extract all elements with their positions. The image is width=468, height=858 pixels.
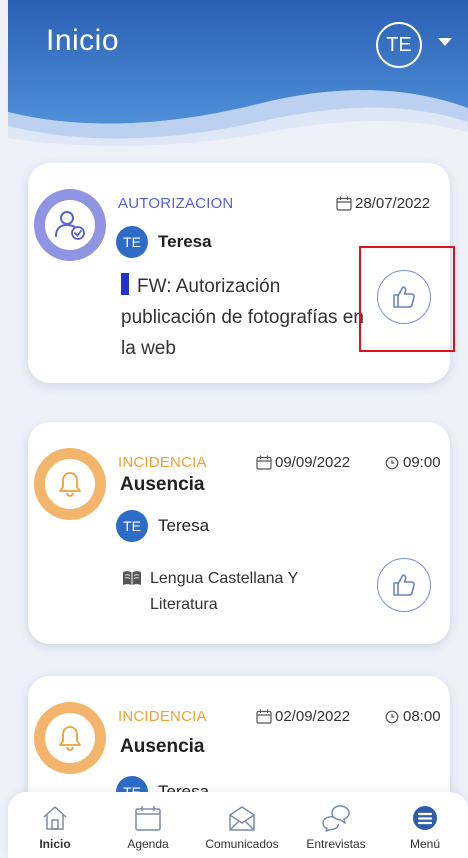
bell-icon (59, 472, 81, 497)
time-text: 08:00 (403, 708, 441, 725)
date: 02/09/2022 (256, 708, 350, 725)
date-text: 09/09/2022 (275, 454, 351, 471)
thumbs-up-icon (393, 574, 415, 596)
date-text: 02/09/2022 (275, 708, 351, 725)
calendar-small-icon (336, 196, 352, 211)
like-button[interactable] (377, 558, 431, 612)
nav-item-entrevistas[interactable]: Entrevistas (291, 804, 381, 851)
nav-label: Inicio (39, 837, 71, 851)
category-label: AUTORIZACION (118, 195, 234, 212)
bottom-nav: Inicio Agenda Comunicados Entrevistas Me… (8, 792, 468, 858)
highlight-box (359, 246, 455, 352)
avatar: TE (116, 226, 148, 258)
course-name: Lengua Castellana Y Literatura (150, 570, 298, 613)
nav-item-agenda[interactable]: Agenda (103, 804, 193, 851)
sender: TE Teresa (116, 226, 212, 258)
nav-item-comunicados[interactable]: Comunicados (197, 804, 287, 851)
time: 08:00 (385, 708, 441, 725)
clock-icon (385, 710, 399, 723)
date: 09/09/2022 (256, 454, 350, 471)
avatar: TE (116, 510, 148, 542)
calendar-icon (135, 806, 161, 831)
nav-label: Comunicados (205, 837, 279, 851)
user-avatar-button[interactable]: TE (376, 22, 422, 68)
nav-label: Agenda (127, 837, 169, 851)
date-text: 28/07/2022 (355, 195, 431, 212)
sender: TE Teresa (116, 510, 209, 542)
message-title: Ausencia (120, 736, 205, 757)
book-icon (123, 571, 141, 585)
category-label: INCIDENCIA (118, 708, 207, 725)
menu-icon (413, 806, 437, 830)
calendar-small-icon (256, 709, 272, 724)
sender-name: Teresa (158, 232, 212, 251)
message-subject: FW: Autorización publicación de fotograf… (121, 271, 371, 364)
date: 28/07/2022 (336, 195, 430, 212)
chat-icon (322, 805, 350, 832)
category-icon-ring (34, 448, 106, 520)
calendar-small-icon (256, 455, 272, 470)
sender-name: Teresa (158, 516, 210, 535)
category-label: INCIDENCIA (118, 454, 207, 471)
header: Inicio TE (8, 0, 468, 150)
subject-text: FW: Autorización publicación de fotograf… (121, 276, 364, 359)
bell-icon (59, 726, 81, 751)
envelope-icon (229, 806, 255, 831)
message-title: Ausencia (120, 474, 205, 495)
course: Lengua Castellana Y Literatura (122, 566, 362, 618)
category-icon-ring (34, 189, 106, 261)
message-card[interactable]: INCIDENCIA 09/09/2022 09:00 Ausencia TE … (28, 422, 450, 644)
nav-item-menu[interactable]: Menú (380, 804, 468, 851)
user-check-icon (55, 211, 85, 240)
clock-icon (385, 456, 399, 469)
category-icon-ring (34, 702, 106, 774)
nav-label: Menú (409, 837, 441, 851)
home-icon (43, 806, 67, 830)
page-title: Inicio (46, 24, 120, 57)
color-marker (121, 273, 129, 295)
time-text: 09:00 (403, 454, 441, 471)
time: 09:00 (385, 454, 441, 471)
nav-label: Entrevistas (306, 837, 366, 851)
nav-item-inicio[interactable]: Inicio (10, 804, 100, 851)
caret-down-icon[interactable] (438, 38, 452, 46)
